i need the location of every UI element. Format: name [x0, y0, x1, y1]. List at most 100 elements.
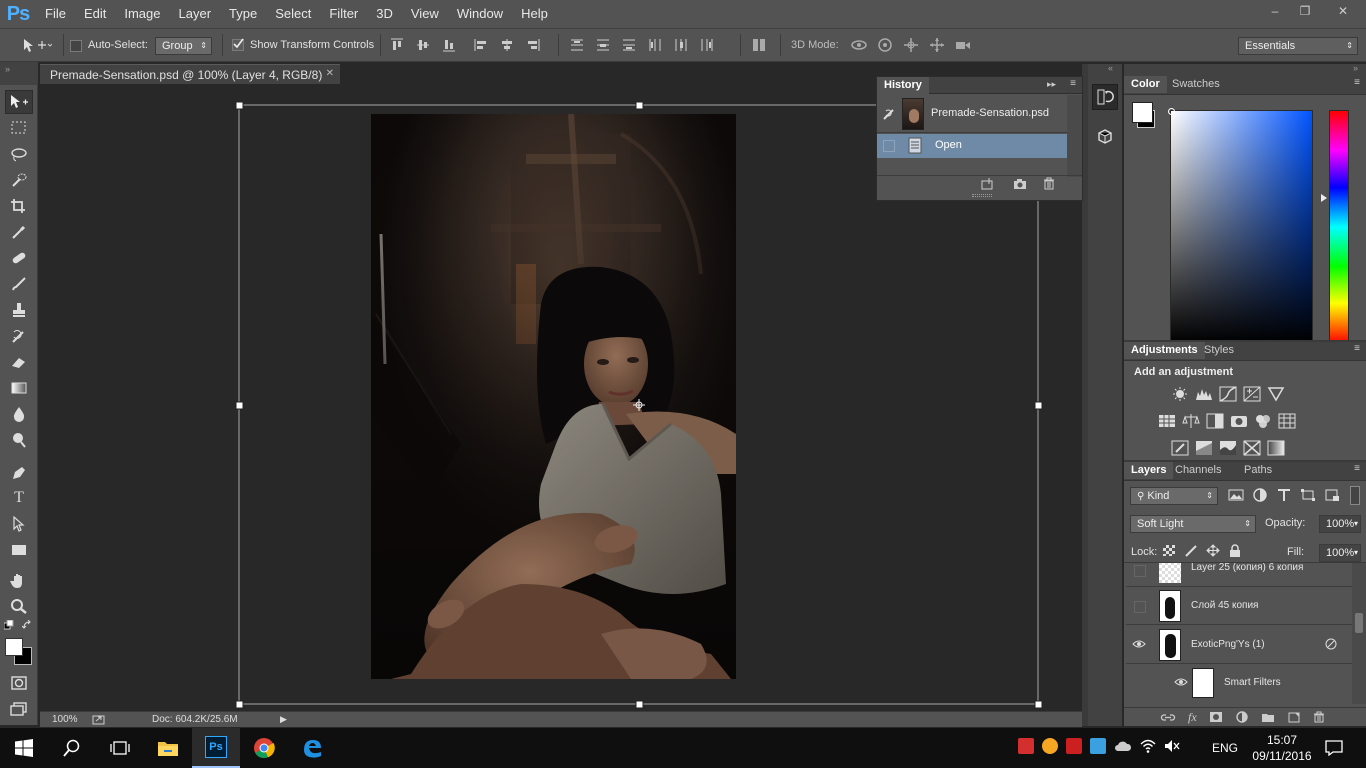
- rectangle-tool[interactable]: [5, 538, 33, 562]
- blur-tool[interactable]: [5, 402, 33, 426]
- filter-smart-object-icon[interactable]: [1324, 488, 1340, 502]
- distribute-vcenter-icon[interactable]: [596, 38, 610, 52]
- distribute-top-icon[interactable]: [570, 38, 584, 52]
- camera-icon[interactable]: [1013, 178, 1027, 190]
- channel-mixer-icon[interactable]: [1254, 413, 1272, 429]
- zoom-level[interactable]: 100%: [52, 714, 78, 725]
- filter-pixel-icon[interactable]: [1228, 488, 1244, 502]
- color-lookup-icon[interactable]: [1278, 413, 1296, 429]
- pen-tool[interactable]: [5, 460, 33, 484]
- black-white-icon[interactable]: [1206, 413, 1224, 429]
- curves-icon[interactable]: [1219, 386, 1237, 402]
- lasso-tool[interactable]: [5, 142, 33, 166]
- chrome-button[interactable]: [240, 728, 288, 768]
- menu-type[interactable]: Type: [220, 0, 266, 28]
- vibrance-icon[interactable]: [1267, 386, 1285, 402]
- history-brush-tool[interactable]: [5, 324, 33, 348]
- brush-tool[interactable]: [5, 272, 33, 296]
- workspace-dropdown[interactable]: Essentials ⇕: [1238, 37, 1358, 55]
- delete-layer-icon[interactable]: [1313, 711, 1325, 723]
- add-mask-icon[interactable]: [1209, 711, 1223, 723]
- posterize-icon[interactable]: [1195, 440, 1213, 456]
- history-state-source[interactable]: [883, 140, 895, 152]
- threshold-icon[interactable]: [1219, 440, 1237, 456]
- panel-menu-icon[interactable]: ≡: [1070, 78, 1076, 89]
- layers-scrollbar[interactable]: [1352, 563, 1366, 704]
- hand-tool[interactable]: [5, 568, 33, 592]
- start-button[interactable]: [0, 728, 48, 768]
- swap-colors-icon[interactable]: [22, 620, 34, 630]
- layer-item[interactable]: Layer 25 (копия) 6 копия: [1126, 563, 1352, 587]
- wifi-icon[interactable]: [1140, 739, 1156, 753]
- hue-saturation-icon[interactable]: [1158, 413, 1176, 429]
- eraser-tool[interactable]: [5, 350, 33, 374]
- minimize-button[interactable]: –: [1260, 0, 1290, 22]
- layer-filter-dropdown[interactable]: ⚲ Kind ⇕: [1130, 487, 1218, 505]
- new-adjustment-layer-icon[interactable]: [1235, 711, 1249, 723]
- tab-adjustments[interactable]: Adjustments: [1124, 342, 1205, 359]
- hue-slider-marker[interactable]: [1321, 194, 1327, 202]
- panel-menu-icon[interactable]: ≡: [1354, 77, 1360, 88]
- eye-icon[interactable]: [1132, 638, 1146, 650]
- menu-layer[interactable]: Layer: [170, 0, 221, 28]
- move-tool[interactable]: [5, 90, 33, 114]
- menu-help[interactable]: Help: [512, 0, 557, 28]
- color-balance-icon[interactable]: [1182, 413, 1200, 429]
- history-scrollbar[interactable]: [1067, 95, 1082, 177]
- 3d-rotate-icon[interactable]: [850, 37, 868, 53]
- photo-filter-icon[interactable]: [1230, 413, 1248, 429]
- close-tab-icon[interactable]: ✕: [326, 68, 334, 79]
- tray-app-red-icon[interactable]: [1018, 738, 1034, 754]
- show-transform-checkbox[interactable]: [232, 38, 244, 51]
- 3d-pan-icon[interactable]: [902, 37, 920, 53]
- quick-mask-button[interactable]: [5, 671, 33, 695]
- task-view-button[interactable]: [96, 728, 144, 768]
- menu-window[interactable]: Window: [448, 0, 512, 28]
- tab-color[interactable]: Color: [1124, 76, 1167, 93]
- tab-styles[interactable]: Styles: [1197, 342, 1241, 359]
- menu-3d[interactable]: 3D: [367, 0, 402, 28]
- history-panel-button[interactable]: [1092, 84, 1118, 110]
- align-hcenter-icon[interactable]: [500, 38, 514, 52]
- tab-layers[interactable]: Layers: [1124, 462, 1174, 479]
- collapse-icon[interactable]: »: [5, 64, 10, 74]
- auto-align-icon[interactable]: [752, 38, 766, 52]
- history-brush-source-icon[interactable]: [882, 107, 896, 121]
- new-group-icon[interactable]: [1261, 711, 1275, 723]
- 3d-slide-icon[interactable]: [928, 37, 946, 53]
- new-document-from-state-icon[interactable]: [981, 178, 995, 190]
- fill-arrow-icon[interactable]: ▾: [1354, 545, 1358, 561]
- fill-input[interactable]: 100% ▾: [1319, 544, 1361, 562]
- search-button[interactable]: [48, 728, 96, 768]
- collapse-panel-icon[interactable]: ▸▸: [1047, 79, 1056, 90]
- default-colors-icon[interactable]: [4, 620, 14, 630]
- onedrive-icon[interactable]: [1114, 739, 1132, 753]
- gradient-map-icon[interactable]: [1267, 440, 1285, 456]
- panel-menu-icon[interactable]: ≡: [1354, 343, 1360, 354]
- brightness-contrast-icon[interactable]: [1171, 386, 1189, 402]
- trash-icon[interactable]: [1043, 177, 1055, 190]
- invert-icon[interactable]: [1171, 440, 1189, 456]
- status-menu-arrow-icon[interactable]: ▶: [280, 714, 287, 725]
- close-button[interactable]: ✕: [1320, 0, 1366, 22]
- volume-muted-icon[interactable]: [1164, 739, 1180, 753]
- lock-pixels-icon[interactable]: [1184, 544, 1198, 557]
- tab-channels[interactable]: Channels: [1168, 462, 1228, 479]
- collapse-dock-icon[interactable]: »: [1353, 63, 1358, 73]
- filter-toggle-switch[interactable]: [1350, 486, 1360, 505]
- link-layers-icon[interactable]: [1160, 711, 1176, 723]
- lock-all-icon[interactable]: [1228, 544, 1242, 557]
- healing-brush-tool[interactable]: [5, 246, 33, 270]
- menu-view[interactable]: View: [402, 0, 448, 28]
- distribute-left-icon[interactable]: [648, 38, 662, 52]
- quick-selection-tool[interactable]: [5, 168, 33, 192]
- resize-grip[interactable]: [972, 194, 992, 197]
- panel-menu-icon[interactable]: ≡: [1354, 463, 1360, 474]
- hue-slider[interactable]: [1329, 110, 1349, 344]
- distribute-bottom-icon[interactable]: [622, 38, 636, 52]
- smart-filters-row[interactable]: Smart Filters: [1126, 664, 1352, 702]
- layer-visibility-toggle[interactable]: [1134, 601, 1146, 613]
- layer-visibility-toggle[interactable]: [1134, 565, 1146, 577]
- layer-item[interactable]: Слой 45 копия: [1126, 587, 1352, 625]
- exposure-icon[interactable]: [1243, 386, 1261, 402]
